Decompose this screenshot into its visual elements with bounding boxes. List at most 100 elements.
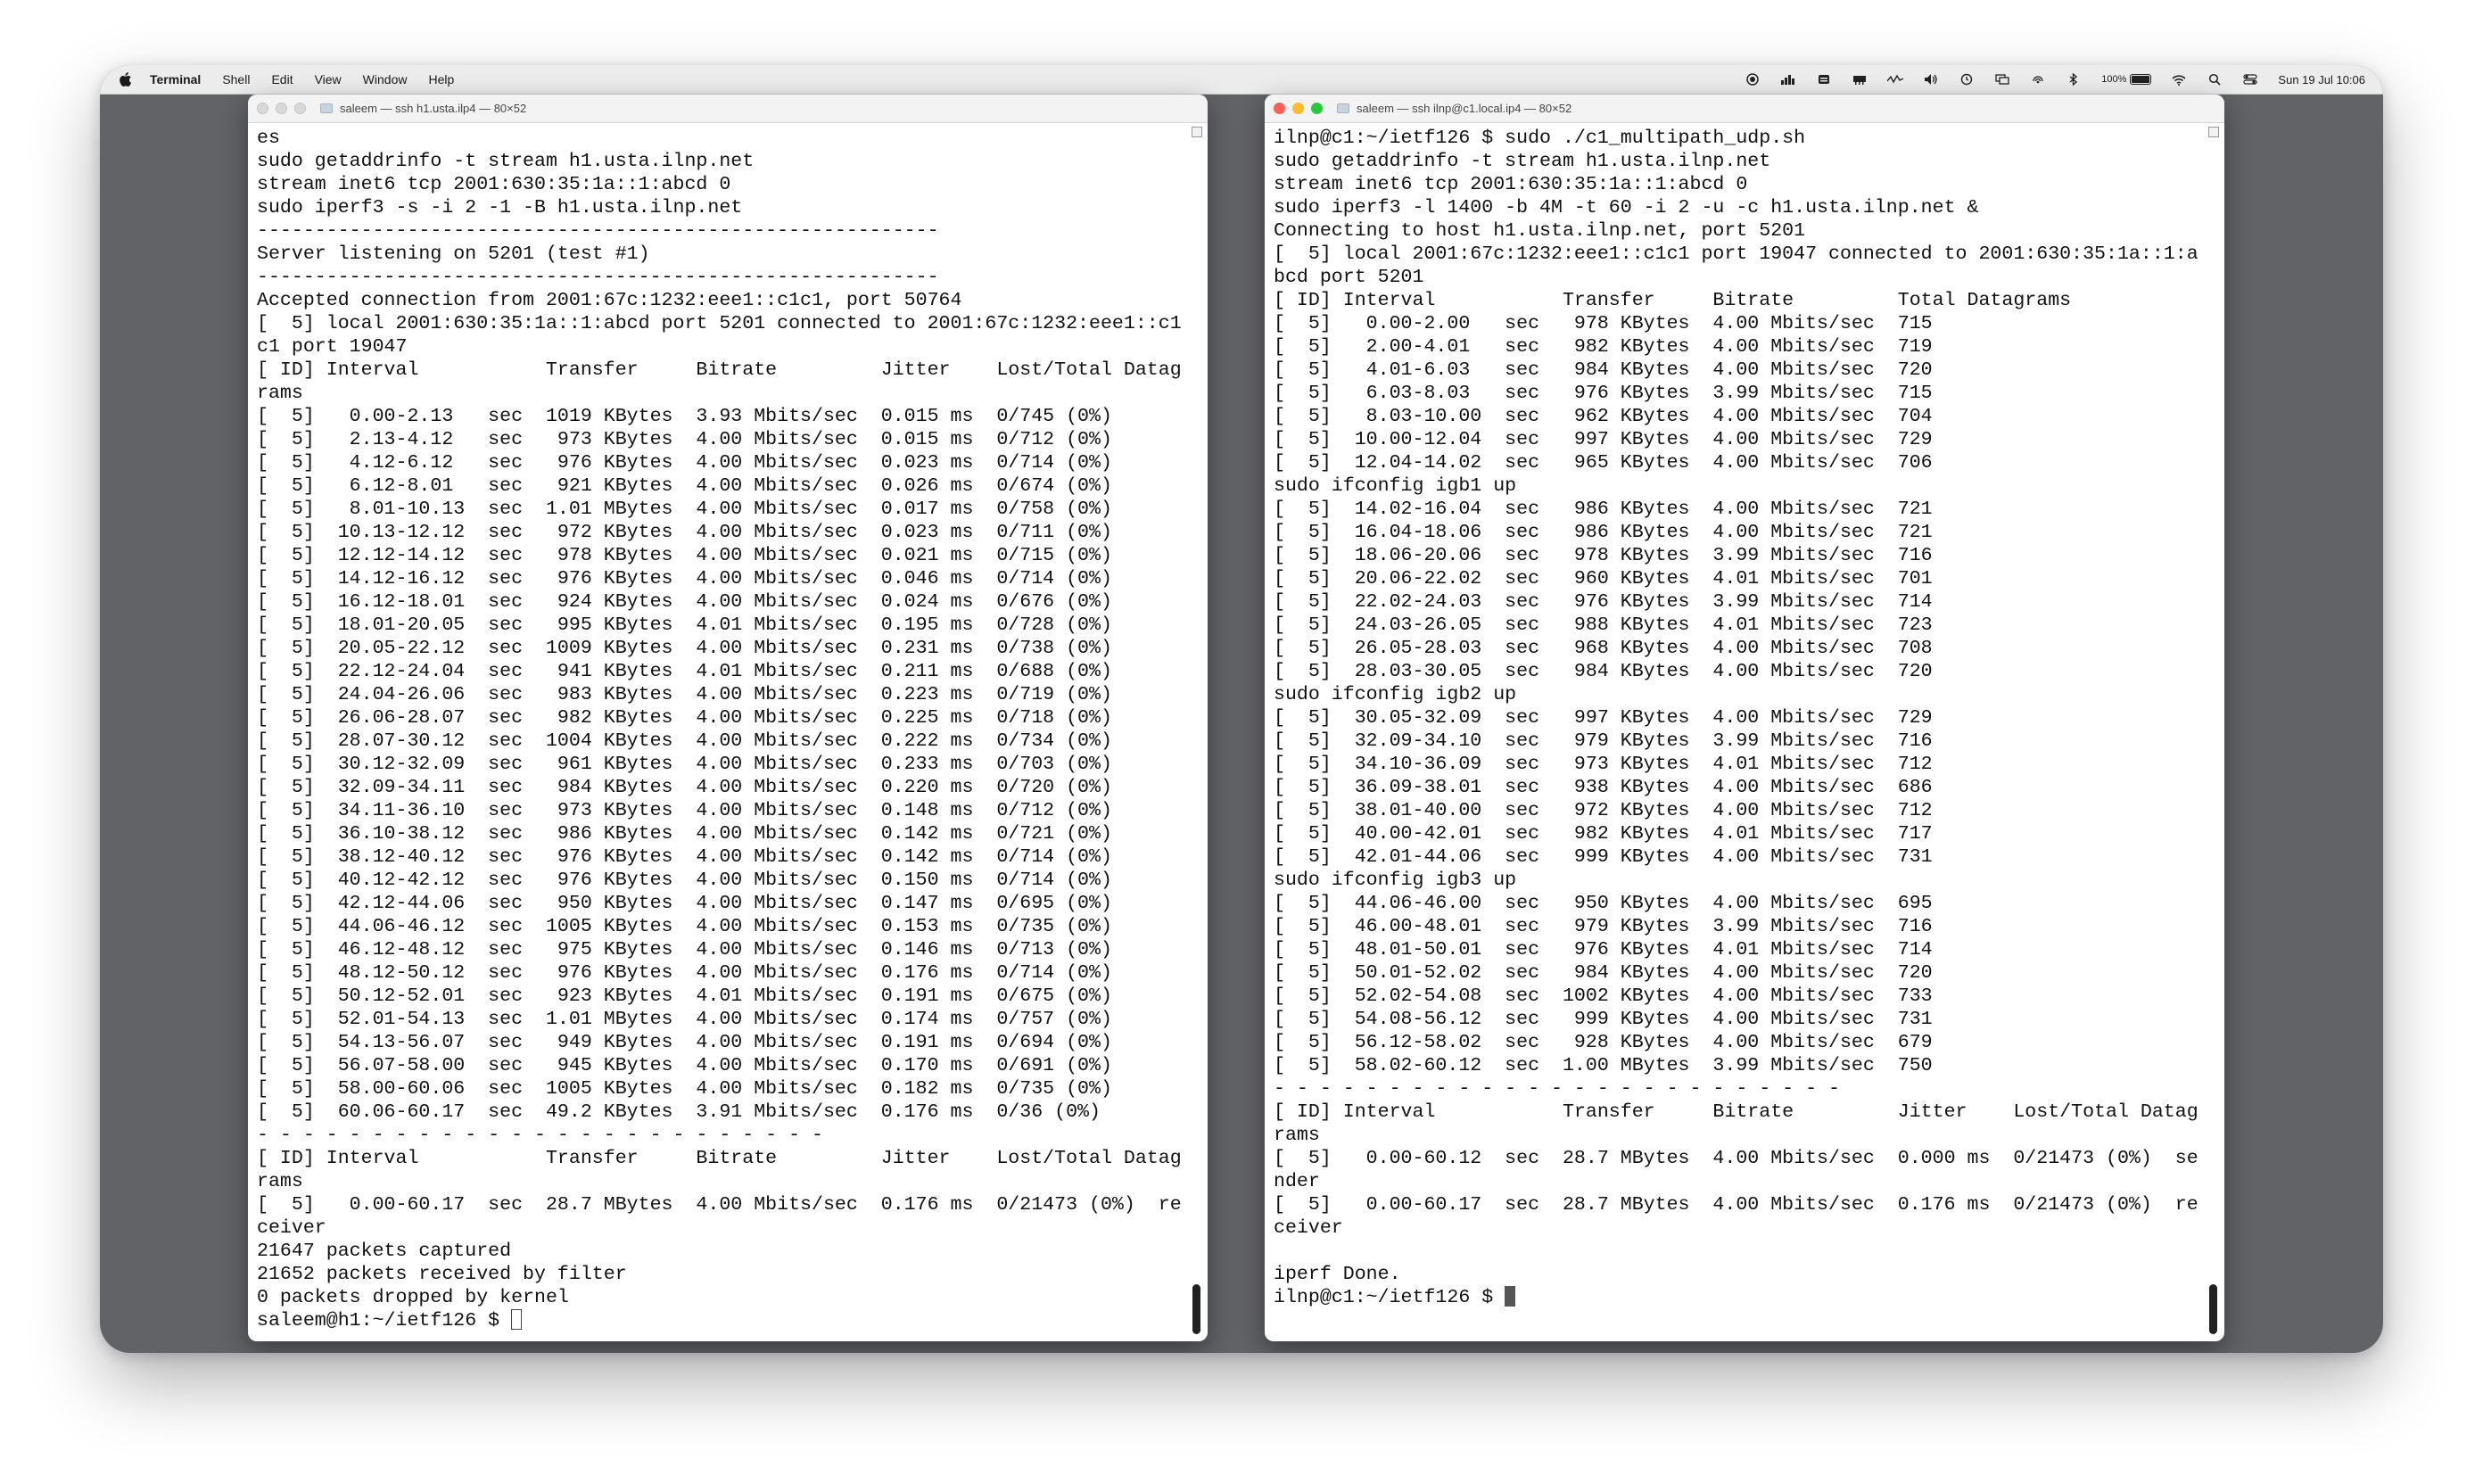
terminal-line: [ 5] 30.12-32.09 sec 961 KBytes 4.00 Mbi… — [257, 754, 1112, 775]
window-controls — [1274, 103, 1323, 114]
terminal-line: [ 5] 36.09-38.01 sec 938 KBytes 4.00 Mbi… — [1274, 777, 1933, 798]
terminal-line: [ 5] 56.07-58.00 sec 945 KBytes 4.00 Mbi… — [257, 1055, 1112, 1076]
terminal-line: [ 5] 0.00-60.17 sec 28.7 MBytes 4.00 Mbi… — [257, 1194, 1182, 1216]
terminal-line: [ 5] 26.05-28.03 sec 968 KBytes 4.00 Mbi… — [1274, 638, 1933, 659]
terminal-window-h1[interactable]: saleem — ssh h1.usta.ilp4 — 80×52 es sudo… — [248, 95, 1208, 1341]
terminal-line: [ 5] 0.00-60.17 sec 28.7 MBytes 4.00 Mbi… — [1274, 1194, 2198, 1216]
terminal-line: [ 5] 20.05-22.12 sec 1009 KBytes 4.00 Mb… — [257, 638, 1112, 659]
terminal-line: [ 5] local 2001:630:35:1a::1:abcd port 5… — [257, 313, 1182, 334]
terminal-line: [ 5] 0.00-2.00 sec 978 KBytes 4.00 Mbits… — [1274, 313, 1933, 334]
scrollbar-thumb[interactable] — [2209, 1284, 2217, 1334]
terminal-line: [ 5] 4.01-6.03 sec 984 KBytes 4.00 Mbits… — [1274, 359, 1933, 381]
scrollbar[interactable] — [1190, 123, 1202, 1336]
terminal-line: [ 5] 12.04-14.02 sec 965 KBytes 4.00 Mbi… — [1274, 452, 1933, 474]
terminal-line: 21647 packets captured — [257, 1241, 512, 1262]
terminal-line: ceiver — [257, 1217, 326, 1239]
bluetooth-icon[interactable] — [2066, 71, 2082, 87]
terminal-line: sudo iperf3 -l 1400 -b 4M -t 60 -i 2 -u … — [1274, 197, 1979, 218]
battery-icon — [2130, 74, 2152, 85]
terminal-line: ----------------------------------------… — [257, 267, 939, 288]
terminal-line: [ 5] 2.00-4.01 sec 982 KBytes 4.00 Mbits… — [1274, 336, 1933, 358]
terminal-line: [ 5] 50.01-52.02 sec 984 KBytes 4.00 Mbi… — [1274, 962, 1933, 984]
terminal-line: [ 5] 40.00-42.01 sec 982 KBytes 4.01 Mbi… — [1274, 823, 1933, 845]
memory-icon[interactable] — [1852, 71, 1868, 87]
menu-bar: Terminal Shell Edit View Window Help 100… — [100, 65, 2383, 95]
terminal-line: [ 5] 0.00-2.13 sec 1019 KBytes 3.93 Mbit… — [257, 406, 1112, 427]
terminal-line: [ 5] 38.12-40.12 sec 976 KBytes 4.00 Mbi… — [257, 846, 1112, 868]
scrollbar-thumb[interactable] — [1192, 1284, 1200, 1334]
scrollbar[interactable] — [2207, 123, 2219, 1336]
battery-indicator[interactable]: 100% — [2101, 74, 2152, 85]
terminal-line: [ 5] 0.00-60.12 sec 28.7 MBytes 4.00 Mbi… — [1274, 1148, 2198, 1169]
terminal-line: - - - - - - - - - - - - - - - - - - - - … — [1274, 1078, 1840, 1100]
terminal-window-c1[interactable]: saleem — ssh ilnp@c1.local.ip4 — 80×52 i… — [1265, 95, 2224, 1341]
folder-icon — [1337, 103, 1349, 113]
terminal-line: [ 5] 46.00-48.01 sec 979 KBytes 3.99 Mbi… — [1274, 916, 1933, 937]
window-titlebar[interactable]: saleem — ssh ilnp@c1.local.ip4 — 80×52 — [1265, 95, 2224, 123]
scroll-up-icon[interactable] — [2208, 127, 2219, 137]
control-center-icon[interactable] — [2242, 71, 2258, 87]
menu-terminal[interactable]: Terminal — [150, 72, 201, 87]
volume-icon[interactable] — [1923, 71, 1939, 87]
network-activity-icon[interactable] — [1887, 71, 1904, 87]
shell-prompt: saleem@h1:~/ietf126 $ — [257, 1310, 512, 1331]
terminal-line: [ 5] 18.06-20.06 sec 978 KBytes 3.99 Mbi… — [1274, 545, 1933, 566]
shell-prompt-line[interactable]: saleem@h1:~/ietf126 $ — [257, 1309, 1183, 1332]
menubar-clock[interactable]: Sun 19 Jul 10:06 — [2278, 73, 2365, 87]
terminal-line: nder — [1274, 1171, 1320, 1192]
airdrop-icon[interactable] — [2030, 71, 2046, 87]
close-window-icon[interactable] — [257, 103, 268, 114]
menu-view[interactable]: View — [315, 72, 342, 87]
terminal-line: [ 5] 24.03-26.05 sec 988 KBytes 4.01 Mbi… — [1274, 614, 1933, 636]
screen-mirroring-icon[interactable] — [1994, 71, 2010, 87]
terminal-line: [ 5] 42.12-44.06 sec 950 KBytes 4.00 Mbi… — [257, 893, 1112, 914]
apple-logo-icon[interactable] — [118, 71, 132, 87]
zoom-window-icon[interactable] — [294, 103, 306, 114]
terminal-line: [ 5] 18.01-20.05 sec 995 KBytes 4.01 Mbi… — [257, 614, 1112, 636]
zoom-window-icon[interactable] — [1311, 103, 1323, 114]
terminal-line: [ 5] 6.12-8.01 sec 921 KBytes 4.00 Mbits… — [257, 475, 1112, 497]
terminal-line: [ 5] 32.09-34.11 sec 984 KBytes 4.00 Mbi… — [257, 777, 1112, 798]
terminal-line: sudo getaddrinfo -t stream h1.usta.ilnp.… — [1274, 151, 1771, 172]
storage-icon[interactable] — [1816, 71, 1832, 87]
terminal-line: [ 5] 36.10-38.12 sec 986 KBytes 4.00 Mbi… — [257, 823, 1112, 845]
terminal-line: [ 5] 52.01-54.13 sec 1.01 MBytes 4.00 Mb… — [257, 1009, 1112, 1030]
terminal-line: es — [257, 128, 280, 149]
terminal-line: [ 5] 6.03-8.03 sec 976 KBytes 3.99 Mbits… — [1274, 383, 1933, 404]
terminal-line: [ 5] 44.06-46.00 sec 950 KBytes 4.00 Mbi… — [1274, 893, 1933, 914]
minimize-window-icon[interactable] — [1292, 103, 1304, 114]
minimize-window-icon[interactable] — [276, 103, 287, 114]
terminal-output[interactable]: ilnp@c1:~/ietf126 $ sudo ./c1_multipath_… — [1274, 127, 2199, 1336]
terminal-line: [ 5] 22.02-24.03 sec 976 KBytes 3.99 Mbi… — [1274, 591, 1933, 613]
menu-window[interactable]: Window — [363, 72, 408, 87]
shell-prompt-line[interactable]: ilnp@c1:~/ietf126 $ — [1274, 1286, 2199, 1309]
terminal-line: iperf Done. — [1274, 1264, 1401, 1285]
window-title: saleem — ssh h1.usta.ilp4 — 80×52 — [340, 102, 527, 115]
activity-monitor-icon[interactable] — [1780, 71, 1796, 87]
record-icon[interactable] — [1745, 71, 1761, 87]
folder-icon — [320, 103, 333, 113]
close-window-icon[interactable] — [1274, 103, 1285, 114]
spotlight-search-icon[interactable] — [2207, 71, 2223, 87]
shell-prompt: ilnp@c1:~/ietf126 $ — [1274, 1287, 1505, 1308]
app-menu: Terminal Shell Edit View Window Help — [150, 72, 454, 87]
terminal-output[interactable]: es sudo getaddrinfo -t stream h1.usta.iln… — [257, 127, 1183, 1336]
terminal-line: stream inet6 tcp 2001:630:35:1a::1:abcd … — [257, 174, 731, 195]
scroll-up-icon[interactable] — [1192, 127, 1202, 137]
terminal-line: ----------------------------------------… — [257, 220, 939, 242]
terminal-line: Accepted connection from 2001:67c:1232:e… — [257, 290, 962, 311]
terminal-line: [ 5] 16.12-18.01 sec 924 KBytes 4.00 Mbi… — [257, 591, 1112, 613]
terminal-line: [ 5] 20.06-22.02 sec 960 KBytes 4.01 Mbi… — [1274, 568, 1933, 589]
window-controls — [257, 103, 306, 114]
terminal-line: rams — [257, 383, 303, 404]
menu-help[interactable]: Help — [428, 72, 454, 87]
terminal-line: [ ID] Interval Transfer Bitrate Jitter L… — [1274, 1101, 2198, 1123]
menu-shell[interactable]: Shell — [222, 72, 250, 87]
window-titlebar[interactable]: saleem — ssh h1.usta.ilp4 — 80×52 — [248, 95, 1208, 123]
time-machine-icon[interactable] — [1959, 71, 1975, 87]
terminal-line: [ 5] 38.01-40.00 sec 972 KBytes 4.00 Mbi… — [1274, 800, 1933, 821]
menu-edit[interactable]: Edit — [271, 72, 293, 87]
terminal-line: [ 5] 54.13-56.07 sec 949 KBytes 4.00 Mbi… — [257, 1032, 1112, 1053]
wifi-icon[interactable] — [2171, 71, 2187, 87]
